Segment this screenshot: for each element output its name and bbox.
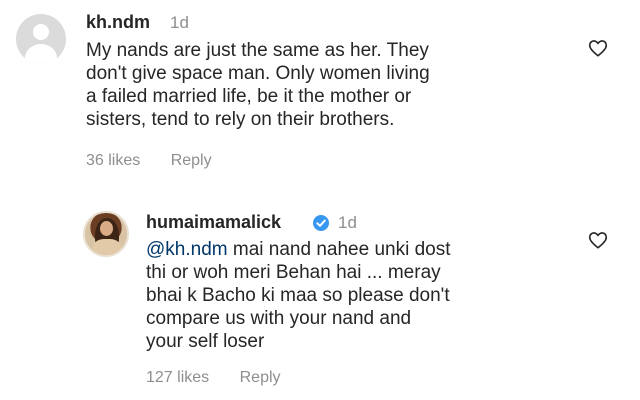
comment-username[interactable]: humaimamalick bbox=[146, 212, 281, 233]
profile-photo[interactable] bbox=[83, 211, 129, 257]
comment-text: @kh.ndm mai nand nahee unki dost thi or … bbox=[146, 238, 451, 353]
comment-text-line: thi or woh meri Behan hai ... meray bbox=[146, 262, 441, 283]
comment-text-line: @kh.ndm mai nand nahee unki dost bbox=[146, 238, 451, 261]
comment-text-fragment: mai nand nahee unki dost bbox=[227, 239, 451, 260]
comment-text-line: compare us with your nand and bbox=[146, 308, 412, 329]
photo-face-shape bbox=[100, 221, 113, 236]
comment-meta: 127 likes Reply bbox=[146, 369, 281, 387]
comment-humaimamalick: humaimamalick 1d @kh.ndm mai nand nahee … bbox=[0, 0, 640, 400]
comments-panel: { "comments": [ { "username": "kh.ndm", … bbox=[0, 0, 640, 400]
reply-button[interactable]: Reply bbox=[240, 369, 281, 386]
likes-count[interactable]: 127 likes bbox=[146, 369, 209, 386]
comment-text-line: bhai k Bacho ki maa so please don't bbox=[146, 285, 450, 306]
comment-timestamp: 1d bbox=[338, 213, 357, 232]
mention-link[interactable]: @kh.ndm bbox=[146, 239, 228, 260]
photo-clothing-shape bbox=[93, 239, 121, 255]
comment-text-line: your self loser bbox=[146, 331, 265, 352]
verified-badge-icon bbox=[313, 215, 329, 231]
heart-outline-icon[interactable] bbox=[587, 229, 609, 251]
